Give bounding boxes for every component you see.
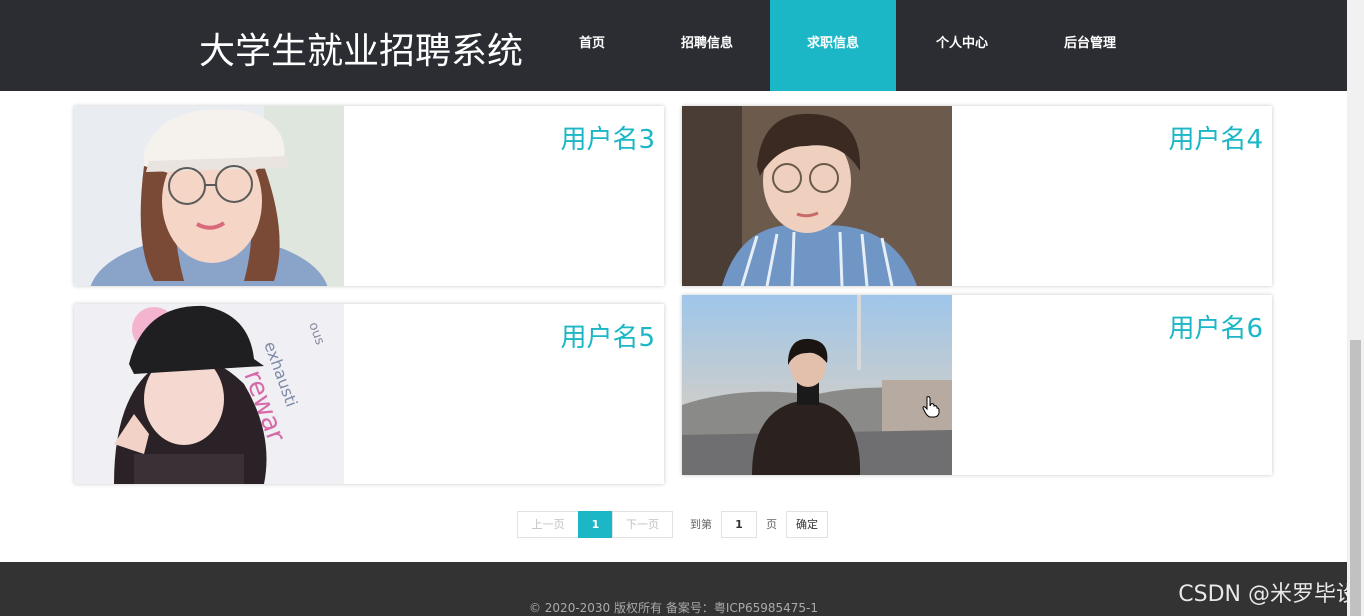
page-1-button[interactable]: 1 — [578, 511, 613, 538]
nav-admin[interactable]: 后台管理 — [1027, 0, 1153, 91]
username[interactable]: 用户名4 — [1168, 119, 1263, 156]
goto-label: 到第 — [690, 518, 712, 531]
nav-personal-center[interactable]: 个人中心 — [899, 0, 1025, 91]
page: 大学生就业招聘系统 首页 招聘信息 求职信息 个人中心 后台管理 用户名3 用户… — [0, 0, 1364, 616]
hand-pointer-icon — [922, 396, 940, 422]
username[interactable]: 用户名6 — [1168, 308, 1263, 345]
nav-home[interactable]: 首页 — [529, 0, 655, 91]
prev-page-button[interactable]: 上一页 — [517, 511, 579, 538]
user-photo[interactable]: exhausti rewar ous — [74, 304, 344, 484]
username[interactable]: 用户名3 — [560, 119, 655, 156]
copyright-text: © 2020-2030 版权所有 备案号：粤ICP65985475-1 — [528, 601, 819, 615]
pagination: 上一页 1 下一页 到第 页 确定 — [0, 511, 1347, 538]
nav-job-postings[interactable]: 招聘信息 — [644, 0, 770, 91]
resume-card[interactable]: 用户名3 — [74, 106, 664, 286]
resume-card[interactable]: 用户名4 — [682, 106, 1272, 286]
user-photo[interactable] — [74, 106, 344, 286]
resume-card[interactable]: 用户名6 — [682, 295, 1272, 475]
next-page-button[interactable]: 下一页 — [612, 511, 673, 538]
nav-job-seekers[interactable]: 求职信息 — [770, 0, 896, 91]
user-photo[interactable] — [682, 295, 952, 475]
resume-card[interactable]: exhausti rewar ous 用户名5 — [74, 304, 664, 484]
top-navbar: 大学生就业招聘系统 首页 招聘信息 求职信息 个人中心 后台管理 — [0, 0, 1347, 91]
confirm-button[interactable]: 确定 — [786, 511, 828, 538]
scrollbar-thumb[interactable] — [1350, 340, 1361, 616]
username[interactable]: 用户名5 — [560, 317, 655, 354]
footer: © 2020-2030 版权所有 备案号：粤ICP65985475-1 — [0, 562, 1347, 616]
page-number-input[interactable] — [721, 511, 757, 538]
user-photo[interactable] — [682, 106, 952, 286]
page-suffix-label: 页 — [766, 518, 777, 531]
watermark: CSDN @米罗毕设 — [1178, 582, 1358, 607]
site-title: 大学生就业招聘系统 — [199, 31, 524, 72]
page-scrollbar[interactable] — [1347, 0, 1364, 616]
